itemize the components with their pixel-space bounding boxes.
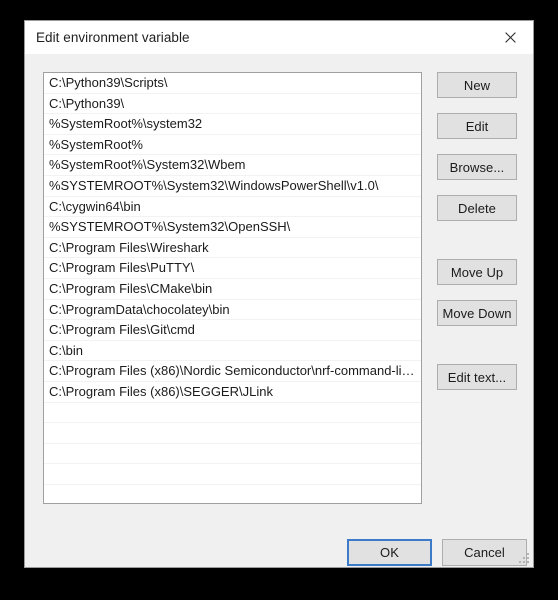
- resize-grip-dot: [527, 557, 529, 559]
- list-item[interactable]: %SystemRoot%: [44, 135, 421, 156]
- delete-button[interactable]: Delete: [437, 195, 517, 221]
- close-icon[interactable]: [487, 21, 533, 54]
- list-item[interactable]: C:\Program Files\CMake\bin: [44, 279, 421, 300]
- edit-text-button[interactable]: Edit text...: [437, 364, 517, 390]
- list-item[interactable]: C:\Python39\Scripts\: [44, 73, 421, 94]
- list-item[interactable]: C:\bin: [44, 341, 421, 362]
- path-list[interactable]: C:\Python39\Scripts\ C:\Python39\ %SystemR…: [43, 72, 422, 504]
- list-item[interactable]: %SystemRoot%\system32: [44, 114, 421, 135]
- list-item[interactable]: %SystemRoot%\System32\Wbem: [44, 155, 421, 176]
- list-item[interactable]: C:\Program Files\PuTTY\: [44, 258, 421, 279]
- list-item-empty[interactable]: [44, 403, 421, 424]
- list-item-empty[interactable]: [44, 423, 421, 444]
- resize-grip-dot: [527, 553, 529, 555]
- window-title: Edit environment variable: [36, 30, 190, 45]
- list-item[interactable]: %SYSTEMROOT%\System32\WindowsPowerShell\…: [44, 176, 421, 197]
- list-item[interactable]: C:\Program Files\Git\cmd: [44, 320, 421, 341]
- resize-grip-dot: [523, 557, 525, 559]
- list-item[interactable]: C:\Python39\: [44, 94, 421, 115]
- ok-button[interactable]: OK: [347, 539, 432, 566]
- resize-grip-icon[interactable]: [518, 552, 530, 564]
- list-item[interactable]: C:\Program Files (x86)\SEGGER\JLink: [44, 382, 421, 403]
- browse-button[interactable]: Browse...: [437, 154, 517, 180]
- resize-grip-dot: [527, 561, 529, 563]
- new-button[interactable]: New: [437, 72, 517, 98]
- list-item-empty[interactable]: [44, 464, 421, 485]
- resize-grip-dot: [523, 561, 525, 563]
- edit-button[interactable]: Edit: [437, 113, 517, 139]
- title-bar: Edit environment variable: [25, 21, 533, 54]
- list-item[interactable]: C:\Program Files (x86)\Nordic Semiconduc…: [44, 361, 421, 382]
- list-item[interactable]: C:\ProgramData\chocolatey\bin: [44, 300, 421, 321]
- resize-grip-dot: [519, 561, 521, 563]
- list-item-empty[interactable]: [44, 485, 421, 503]
- dialog-client-area: C:\Python39\Scripts\ C:\Python39\ %SystemR…: [25, 54, 533, 567]
- move-up-button[interactable]: Move Up: [437, 259, 517, 285]
- list-item[interactable]: C:\cygwin64\bin: [44, 197, 421, 218]
- edit-environment-variable-dialog: Edit environment variable C:\Python39\Sc…: [24, 20, 534, 568]
- list-item[interactable]: %SYSTEMROOT%\System32\OpenSSH\: [44, 217, 421, 238]
- cancel-button[interactable]: Cancel: [442, 539, 527, 566]
- move-down-button[interactable]: Move Down: [437, 300, 517, 326]
- list-item-empty[interactable]: [44, 444, 421, 465]
- list-item[interactable]: C:\Program Files\Wireshark: [44, 238, 421, 259]
